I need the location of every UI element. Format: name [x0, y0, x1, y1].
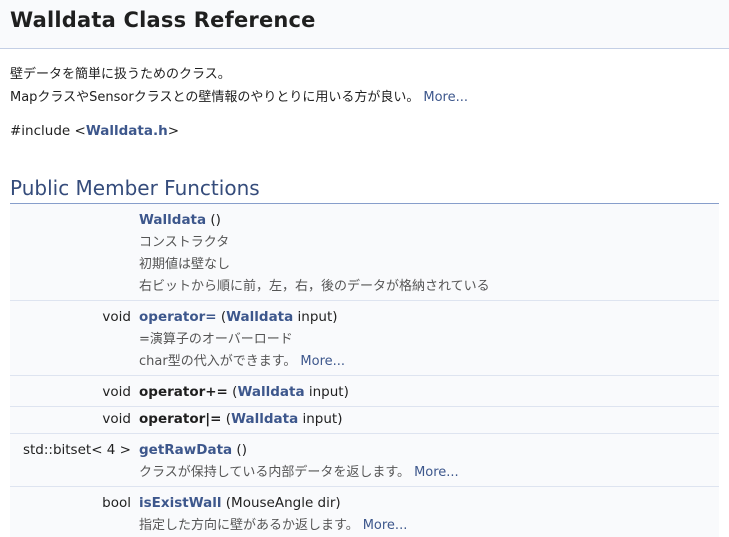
desc-line: char型の代入ができます。 More...	[139, 351, 719, 373]
brief-more-link[interactable]: More...	[423, 90, 468, 105]
desc-line: コンストラクタ	[139, 232, 719, 254]
more-link[interactable]: More...	[363, 518, 408, 533]
member-args: (MouseAngle dir)	[221, 495, 340, 511]
member-link-operator-assign[interactable]: operator=	[139, 309, 217, 325]
member-row-walldata: Walldata () コンストラクタ 初期値は壁なし 右ビットから順に前，左，…	[10, 204, 719, 298]
page-title: Walldata Class Reference	[10, 0, 729, 40]
arg-type-link[interactable]: Walldata	[226, 309, 293, 325]
member-args-close: input)	[293, 309, 337, 325]
member-name-operator-or-assign: operator|=	[139, 411, 222, 427]
member-row-isexistwall: bool isExistWall (MouseAngle dir) 指定した方向…	[10, 487, 719, 537]
member-row-operator-or-assign: void operator|= (Walldata input)	[10, 407, 719, 432]
more-link[interactable]: More...	[300, 354, 345, 369]
brief-line-1: 壁データを簡単に扱うためのクラス。	[10, 63, 719, 86]
member-desc-operator-assign: =演算子のオーバーロード char型の代入ができます。 More...	[139, 329, 719, 373]
member-args: ()	[232, 442, 247, 458]
member-type: void	[10, 301, 139, 374]
brief-line-2-text: MapクラスやSensorクラスとの壁情報のやりとりに用いる方が良い。	[10, 90, 419, 105]
brief-description: 壁データを簡単に扱うためのクラス。 MapクラスやSensorクラスとの壁情報の…	[10, 63, 719, 109]
member-args-open: (	[222, 411, 232, 427]
member-args-close: input)	[298, 411, 342, 427]
member-link-isexistwall[interactable]: isExistWall	[139, 495, 221, 511]
include-prefix: #include <	[10, 123, 86, 139]
section-title-public-member-functions: Public Member Functions	[10, 175, 719, 204]
include-line: #include <Walldata.h>	[10, 121, 719, 141]
member-args: ()	[206, 212, 221, 228]
member-row-getrawdata: std::bitset< 4 > getRawData () クラスが保持してい…	[10, 434, 719, 485]
member-args-open: (	[217, 309, 227, 325]
desc-line: 指定した方向に壁があるか返します。 More...	[139, 515, 719, 537]
desc-text: クラスが保持している内部データを返します。	[139, 465, 410, 480]
member-row-operator-assign: void operator= (Walldata input) =演算子のオーバ…	[10, 301, 719, 374]
member-link-getrawdata[interactable]: getRawData	[139, 442, 232, 458]
member-table: Walldata () コンストラクタ 初期値は壁なし 右ビットから順に前，左，…	[10, 204, 719, 537]
desc-line: 初期値は壁なし	[139, 254, 719, 276]
include-suffix: >	[168, 123, 179, 139]
desc-text: char型の代入ができます。	[139, 354, 296, 369]
arg-type-link[interactable]: Walldata	[231, 411, 298, 427]
member-type: std::bitset< 4 >	[10, 434, 139, 485]
member-row-operator-plus-assign: void operator+= (Walldata input)	[10, 376, 719, 405]
member-desc-isexistwall: 指定した方向に壁があるか返します。 More...	[139, 515, 719, 537]
more-link[interactable]: More...	[414, 465, 459, 480]
member-args-close: input)	[305, 384, 349, 400]
desc-line: =演算子のオーバーロード	[139, 329, 719, 351]
desc-line: 右ビットから順に前，左，右，後のデータが格納されている	[139, 276, 719, 298]
member-name-operator-plus-assign: operator+=	[139, 384, 228, 400]
brief-line-2: MapクラスやSensorクラスとの壁情報のやりとりに用いる方が良い。 More.…	[10, 86, 719, 109]
member-type: bool	[10, 487, 139, 537]
main-content: 壁データを簡単に扱うためのクラス。 MapクラスやSensorクラスとの壁情報の…	[0, 63, 729, 537]
arg-type-link[interactable]: Walldata	[237, 384, 304, 400]
member-link-walldata[interactable]: Walldata	[139, 212, 206, 228]
member-type: void	[10, 376, 139, 405]
member-type: void	[10, 407, 139, 432]
include-file-link[interactable]: Walldata.h	[86, 123, 168, 139]
member-desc-getrawdata: クラスが保持している内部データを返します。 More...	[139, 462, 719, 484]
desc-line: クラスが保持している内部データを返します。 More...	[139, 462, 719, 484]
member-args-open: (	[228, 384, 238, 400]
member-desc-walldata: コンストラクタ 初期値は壁なし 右ビットから順に前，左，右，後のデータが格納され…	[139, 232, 719, 298]
page-header: Walldata Class Reference	[0, 0, 729, 49]
desc-text: 指定した方向に壁があるか返します。	[139, 518, 359, 533]
member-type	[10, 204, 139, 298]
